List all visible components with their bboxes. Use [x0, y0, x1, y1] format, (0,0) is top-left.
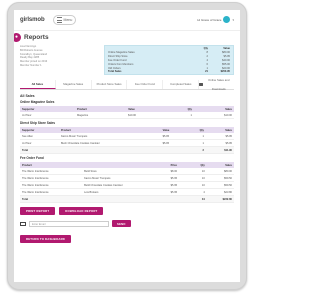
table-cell: $5.95 — [168, 188, 190, 196]
table-cell: $5.95 — [205, 139, 234, 147]
table-cell — [160, 146, 187, 154]
table-cell: $59.50 — [206, 174, 234, 182]
fee-order-title: Fee Order Fund — [20, 156, 44, 160]
direct-ship-title: Direct Ship Store Sales — [20, 121, 56, 125]
download-report-button[interactable]: DOWNLOAD REPORT — [59, 207, 104, 215]
tab-online-downloads[interactable]: Online Sales and Downloads — [199, 78, 234, 91]
table-cell: 10 — [189, 174, 207, 182]
hamburger-icon — [56, 17, 62, 23]
fee-order-table: Product Price Qty Sales The Warm Interfe… — [20, 162, 234, 203]
table-cell: $59.50 — [206, 181, 234, 189]
send-button[interactable]: SEND — [112, 220, 131, 227]
user-menu[interactable]: Hi Grace of Grace ▾ — [197, 16, 234, 23]
table-cell: 10 — [189, 181, 207, 189]
table-total-row: Total 34 $222.80 — [20, 195, 234, 203]
direct-ship-table: Supporter Product Value Qty Sales Sue Al… — [20, 127, 234, 154]
page-title: Reports — [24, 34, 49, 41]
user-label: Hi Grace of Grace — [197, 17, 222, 22]
table-cell: $222.80 — [206, 195, 234, 203]
report-info: Lisa Flamingo Bill Roberts Avenue Kooral… — [14, 45, 240, 75]
table-cell: $5.95 — [168, 174, 190, 182]
table-row: The Warm Interference Build Chocolate Co… — [20, 181, 234, 189]
app-screen: girlsmob Menu Hi Grace of Grace ▾ ● Repo… — [14, 10, 240, 282]
table-cell: Build Chocolate Cookies Canister — [82, 181, 169, 189]
chevron-down-icon: ▾ — [232, 17, 234, 22]
tab-completed-sales[interactable]: Completed Sales — [163, 80, 200, 89]
summary-total-value: $200.95 — [220, 70, 230, 74]
table-row: Jo Pleur Magazine $10.00 1 $10.00 — [20, 112, 234, 119]
table-row: The Warm Interference Kazoo Music Trumpe… — [20, 174, 234, 182]
table-cell: 1 — [186, 139, 206, 147]
tablet-frame: girlsmob Menu Hi Grace of Grace ▾ ● Repo… — [7, 2, 247, 290]
tab-all-sales[interactable]: All Sales — [20, 80, 56, 89]
summary-total-row: Total Sales 21 $200.95 — [108, 70, 230, 74]
table-cell: The Warm Interference — [20, 188, 83, 196]
tab-magazine-sales[interactable]: Magazine Sales — [56, 80, 92, 89]
menu-button[interactable]: Menu — [52, 15, 77, 25]
tab-online-downloads-label: Online Sales and Downloads — [208, 77, 230, 91]
report-tabs: All Sales Magazine Sales Product Store S… — [20, 78, 234, 91]
table-cell: 2 — [186, 146, 206, 154]
return-dashboard-button[interactable]: RETURN TO DASHBOARD — [20, 235, 72, 243]
table-cell: 4 — [189, 188, 207, 196]
table-cell: Kazoo Music Trumpets — [82, 174, 169, 182]
section-title: All Sales — [20, 94, 35, 98]
print-report-button[interactable]: PRINT REPORT — [20, 207, 56, 215]
table-cell: $5.95 — [168, 181, 190, 189]
all-sales-section: All Sales Online Magazine Sales Supporte… — [14, 94, 240, 203]
table-cell: $11.90 — [205, 146, 234, 154]
summary-total-qty: 21 — [205, 70, 208, 74]
member-detail-line: Member Number 1 — [20, 63, 42, 67]
table-cell — [58, 146, 161, 154]
online-sales-title: Online Magazine Sales — [20, 100, 55, 104]
table-cell: The Warm Interference — [20, 181, 83, 189]
table-row: The Warm Interference Low Brokers $5.95 … — [20, 188, 234, 196]
email-report-row: Enter Email SEND — [14, 220, 240, 227]
monitor-icon — [199, 83, 203, 86]
table-cell: The Warm Interference — [20, 174, 83, 182]
table-cell: Low Brokers — [82, 188, 169, 196]
table-cell: 1 — [166, 112, 194, 119]
table-cell — [168, 195, 190, 203]
tab-product-store-sales[interactable]: Product Store Sales — [92, 80, 128, 89]
top-bar: girlsmob Menu Hi Grace of Grace ▾ — [14, 10, 240, 31]
table-row: Jo Pleur Bush Chocolate Cookies Canister… — [20, 139, 234, 147]
table-total-row: Total 2 $11.90 — [20, 146, 234, 154]
online-sales-table: Supporter Product Value Qty Sales Jo Ple… — [20, 106, 234, 119]
avatar — [223, 16, 231, 23]
email-field[interactable]: Enter Email — [29, 220, 109, 227]
user-icon: ● — [14, 33, 21, 42]
sales-summary: Qty Value Online Magazine Sales 8 $80.00… — [104, 45, 234, 75]
table-cell: Total — [20, 146, 59, 154]
table-cell: 34 — [189, 195, 207, 203]
table-cell: Jo Pleur — [20, 112, 75, 119]
tab-fee-order-fund[interactable]: Fee Order Fund — [127, 80, 164, 89]
mail-icon — [20, 221, 26, 226]
menu-label: Menu — [63, 18, 73, 22]
table-cell: Bush Chocolate Cookies Canister — [58, 139, 161, 147]
page-heading: ● Reports — [14, 31, 240, 45]
table-cell: $23.80 — [206, 188, 234, 196]
brand-logo[interactable]: girlsmob — [20, 17, 45, 23]
summary-total-label: Total Sales — [108, 70, 122, 74]
report-actions: PRINT REPORT DOWNLOAD REPORT — [14, 207, 240, 215]
table-cell: $5.95 — [160, 139, 187, 147]
member-details: Lisa Flamingo Bill Roberts Avenue Kooral… — [20, 45, 98, 75]
table-cell: $10.00 — [126, 112, 167, 119]
table-cell: Magazine — [74, 112, 127, 119]
table-cell: Total — [20, 195, 169, 203]
table-cell: Jo Pleur — [20, 139, 59, 147]
table-cell: $10.00 — [193, 112, 234, 119]
